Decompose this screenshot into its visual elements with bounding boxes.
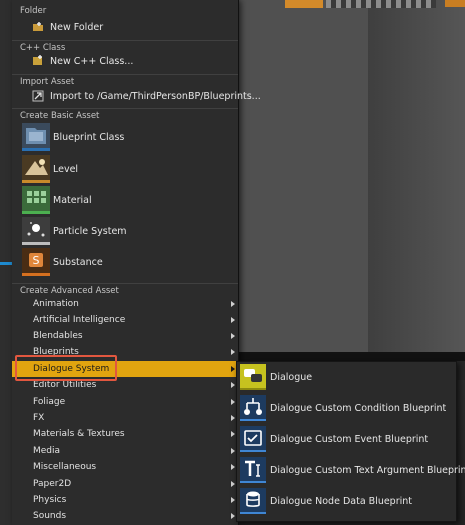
section-create-basic-asset: Create Basic Asset	[12, 108, 238, 122]
advanced-miscellaneous-label: Miscellaneous	[33, 462, 97, 472]
advanced-physics-label: Physics	[33, 495, 67, 505]
basic-asset-material[interactable]: Material	[12, 186, 238, 216]
custom-text-argument-label: Dialogue Custom Text Argument Blueprint	[270, 465, 465, 476]
viewport-wall-lit	[238, 0, 368, 360]
advanced-miscellaneous[interactable]: Miscellaneous	[12, 459, 238, 475]
new-folder-label: New Folder	[50, 22, 104, 33]
chevron-right-icon	[231, 448, 235, 454]
condition-icon	[240, 395, 266, 421]
new-folder-item[interactable]: New Folder	[12, 19, 238, 36]
advanced-materials-textures-label: Materials & Textures	[33, 429, 125, 439]
level-icon	[22, 155, 50, 183]
chevron-right-icon	[231, 497, 235, 503]
particle-system-label: Particle System	[53, 226, 127, 237]
viewport-pillar	[368, 0, 465, 360]
substance-icon: S	[22, 248, 50, 276]
advanced-physics[interactable]: Physics	[12, 492, 238, 508]
advanced-paper2d[interactable]: Paper2D	[12, 476, 238, 492]
text-argument-icon	[240, 457, 266, 483]
cpp-class-icon	[32, 55, 44, 67]
basic-asset-level[interactable]: Level	[12, 155, 238, 185]
submenu-item-node-data[interactable]: Dialogue Node Data Blueprint	[237, 486, 456, 517]
chevron-right-icon	[231, 349, 235, 355]
viewport-toolbar-dots	[326, 0, 436, 8]
advanced-artificial-intelligence[interactable]: Artificial Intelligence	[12, 312, 238, 328]
viewport-toolbar-accent-right	[445, 0, 465, 7]
node-data-label: Dialogue Node Data Blueprint	[270, 496, 413, 507]
advanced-materials-textures[interactable]: Materials & Textures	[12, 426, 238, 442]
content-browser-context-menu: Folder New Folder C++ Class New C++ Clas…	[12, 0, 261, 525]
node-data-icon	[240, 488, 266, 514]
material-label: Material	[53, 195, 92, 206]
advanced-media-label: Media	[33, 446, 61, 456]
particle-icon	[22, 217, 50, 245]
new-cpp-class-label: New C++ Class...	[50, 56, 134, 67]
submenu-item-custom-text-argument[interactable]: Dialogue Custom Text Argument Blueprint	[237, 455, 465, 486]
chevron-right-icon	[231, 481, 235, 487]
import-icon	[32, 90, 44, 102]
submenu-item-custom-condition[interactable]: Dialogue Custom Condition Blueprint	[237, 393, 456, 424]
highlight-annotation-box	[15, 355, 117, 381]
substance-label: Substance	[53, 257, 103, 268]
submenu-item-dialogue[interactable]: Dialogue	[237, 362, 456, 393]
advanced-paper2d-label: Paper2D	[33, 479, 72, 489]
chevron-right-icon	[231, 513, 235, 519]
submenu-item-custom-event[interactable]: Dialogue Custom Event Blueprint	[237, 424, 456, 455]
dialogue-system-submenu: Dialogue Dialogue Custom Condition Bluep…	[236, 361, 465, 522]
section-folder: Folder	[20, 6, 47, 16]
event-icon	[240, 426, 266, 452]
dialogue-icon	[240, 364, 266, 390]
chevron-right-icon	[231, 415, 235, 421]
dialogue-label: Dialogue	[270, 372, 313, 383]
blueprint-icon	[22, 123, 50, 151]
advanced-foliage[interactable]: Foliage	[12, 394, 238, 410]
advanced-foliage-label: Foliage	[33, 397, 66, 407]
level-label: Level	[53, 164, 79, 175]
material-icon	[22, 186, 50, 214]
advanced-animation[interactable]: Animation	[12, 296, 238, 312]
chevron-right-icon	[231, 333, 235, 339]
advanced-sounds[interactable]: Sounds	[12, 508, 238, 524]
blueprint-class-label: Blueprint Class	[53, 132, 125, 143]
chevron-right-icon	[231, 431, 235, 437]
advanced-fx[interactable]: FX	[12, 410, 238, 426]
advanced-animation-label: Animation	[33, 299, 79, 309]
advanced-media[interactable]: Media	[12, 443, 238, 459]
basic-asset-substance[interactable]: S Substance	[12, 248, 238, 278]
import-to-label: Import to /Game/ThirdPersonBP/Blueprints…	[50, 91, 261, 102]
chevron-right-icon	[231, 382, 235, 388]
advanced-fx-label: FX	[33, 413, 45, 423]
svg-text:S: S	[33, 254, 40, 267]
section-import-asset: Import Asset	[12, 74, 238, 88]
viewport-toolbar-accent	[285, 0, 323, 8]
section-cpp-class: C++ Class	[12, 40, 238, 54]
new-folder-icon	[32, 21, 44, 33]
chevron-right-icon	[231, 464, 235, 470]
custom-event-label: Dialogue Custom Event Blueprint	[270, 434, 429, 445]
new-cpp-class-item[interactable]: New C++ Class...	[12, 53, 238, 70]
chevron-right-icon	[231, 366, 235, 372]
basic-asset-blueprint-class[interactable]: Blueprint Class	[12, 123, 238, 153]
chevron-right-icon	[231, 399, 235, 405]
advanced-blendables-label: Blendables	[33, 331, 83, 341]
advanced-blendables[interactable]: Blendables	[12, 328, 238, 344]
advanced-sounds-label: Sounds	[33, 511, 67, 521]
import-to-item[interactable]: Import to /Game/ThirdPersonBP/Blueprints…	[12, 88, 261, 105]
basic-asset-particle-system[interactable]: Particle System	[12, 217, 238, 247]
chevron-right-icon	[231, 301, 235, 307]
chevron-right-icon	[231, 317, 235, 323]
advanced-ai-label: Artificial Intelligence	[33, 315, 126, 325]
custom-condition-label: Dialogue Custom Condition Blueprint	[270, 403, 447, 414]
section-create-advanced-asset: Create Advanced Asset	[12, 283, 238, 297]
